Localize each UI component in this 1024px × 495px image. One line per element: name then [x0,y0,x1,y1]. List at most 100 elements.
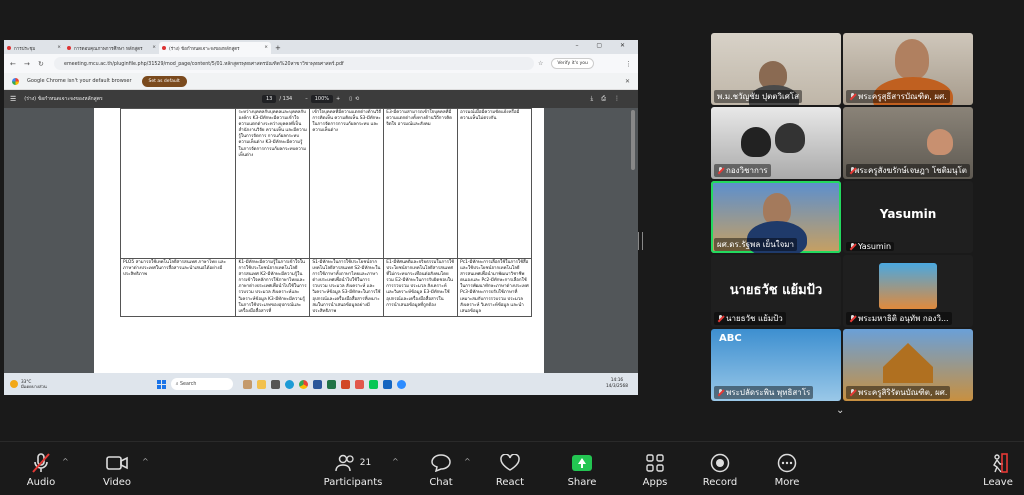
participant-tile[interactable]: กองวิชาการ [711,107,841,179]
video-options-caret[interactable]: ^ [142,457,149,466]
avatar [879,263,937,309]
windows-start-icon[interactable] [156,379,166,389]
muted-mic-icon [849,388,856,397]
more-button[interactable]: More [772,452,802,488]
taskbar-clock[interactable]: 14:16 14/3/2568 [606,378,628,390]
close-icon[interactable]: ✕ [625,78,630,85]
record-icon [702,452,738,474]
word-icon[interactable] [312,379,322,389]
page-total: / 134 [279,96,293,102]
pdf-title: (ร่าง) ข้อกำหนดเจาะจงของหลักสูตร [24,96,103,102]
video-camera-icon [100,452,134,474]
video-button[interactable]: Video [100,452,134,488]
react-button[interactable]: React [494,452,526,488]
participant-name: พระมหาธิติ อนุทัพ กองวิ... [846,312,952,325]
participant-video [775,123,805,153]
apps-button[interactable]: Apps [640,452,670,488]
browser-tab[interactable]: การตอบคุณภาพการศึกษา หลักสูตร × [64,42,159,54]
muted-mic-icon [24,452,58,474]
share-screen-icon [572,455,592,471]
participant-tile[interactable]: Yasumin Yasumin [843,181,973,253]
star-icon[interactable]: ☆ [538,60,543,67]
table-cell: ระหว่างบุคคลกับบุคคลและบุคคลกับองค์กร K3… [235,108,311,259]
close-icon[interactable]: × [57,45,61,50]
zoom-out-icon[interactable]: – [305,96,308,102]
set-default-button[interactable]: Set as default [141,75,187,87]
split-resize-handle[interactable] [638,232,643,250]
share-button[interactable]: Share [566,452,598,488]
participant-tile[interactable]: พระมหาธิติ อนุทัพ กองวิ... [843,255,973,327]
participant-tile[interactable]: พระครูสิริรัตนบัณฑิต, ผศ. [843,329,973,401]
participant-tile[interactable]: ABC พระปลัดระพิน พุทธิสาโร [711,329,841,401]
participants-button[interactable]: 21 Participants [322,452,384,488]
pdf-viewer[interactable]: ระหว่างบุคคลกับบุคคลและบุคคลกับองค์กร K3… [4,108,638,373]
leave-button[interactable]: Leave [982,452,1014,488]
muted-mic-icon [717,388,724,397]
tile-badge: ABC [719,333,742,344]
app-icon[interactable] [242,379,252,389]
verify-button[interactable]: Verify it's you [551,58,594,69]
zoom-icon[interactable] [396,379,406,389]
record-button[interactable]: Record [702,452,738,488]
zoom-in-icon[interactable]: + [336,96,340,102]
url-input[interactable]: emeeting.mcu.ac.th/pluginfile.php/31529/… [54,57,534,70]
close-icon[interactable]: × [264,45,268,50]
pdf-scrollbar[interactable] [631,110,635,170]
shared-screen: การประชุม × การตอบคุณภาพการศึกษา หลักสูตร… [4,40,638,395]
browser-tab[interactable]: การประชุม × [4,42,64,54]
participant-tile[interactable]: นายธวัช แย้มป้ว นายธวัช แย้มป้ว [711,255,841,327]
table-cell [119,108,237,259]
excel-icon[interactable] [326,379,336,389]
participant-tile[interactable]: พระครูสุธีสารบัณฑิต, ผศ. [843,33,973,105]
weather-widget[interactable]: 33°C มีแดดบางส่วน [10,379,47,389]
window-controls[interactable]: – ▢ ✕ [575,42,633,49]
chat-button[interactable]: Chat [426,452,456,488]
powerpoint-icon[interactable] [340,379,350,389]
app-icon[interactable] [270,379,280,389]
forward-icon[interactable]: → [24,60,32,68]
table-cell: S1-มีทักษะในการใช้ประโยชน์จากเทคโนโลยีสา… [309,258,385,317]
participant-video [883,343,933,383]
new-tab-button[interactable]: + [275,44,281,52]
participant-tile[interactable]: พ.ม.ชวัญชัย ปุตตวิเศโส [711,33,841,105]
participant-name: พระครูสุธีสารบัณฑิต, ผศ. [846,90,950,103]
pdf-actions[interactable]: ⤓⎙⋮ [591,95,628,103]
reload-icon[interactable]: ↻ [38,60,46,68]
muted-mic-icon [849,166,855,175]
zoom-input[interactable]: 100% [310,95,333,103]
close-icon[interactable]: × [152,45,156,50]
menu-icon[interactable]: ⋮ [625,60,632,68]
participant-gallery: พ.ม.ชวัญชัย ปุตตวิเศโส พระครูสุธีสารบัณฑ… [711,33,973,401]
edge-icon[interactable] [284,379,294,389]
sun-icon [10,380,18,388]
participants-options-caret[interactable]: ^ [392,457,399,466]
table-cell: E3-มีความสามารถเข้าใจบุคคลที่มีความแตกต่… [383,108,459,259]
pdf-toolbar: ☰ (ร่าง) ข้อกำหนดเจาะจงของหลักสูตร 13 / … [4,90,638,108]
chrome-icon[interactable] [298,379,308,389]
taskbar-search[interactable]: ⌕ Search [170,378,233,390]
meeting-toolbar: Audio ^ Video ^ 21 Participants ^ Chat ^… [0,441,1024,495]
participant-name: Yasumin [846,242,895,251]
table-row: PLO5 สามารถใช้เทคโนโลยีสารสนเทศ ภาษาไทย … [119,258,532,317]
audio-options-caret[interactable]: ^ [62,457,69,466]
page-number-input[interactable]: 13 [262,95,277,103]
chat-options-caret[interactable]: ^ [464,457,471,466]
hamburger-icon[interactable]: ☰ [10,95,16,103]
curriculum-table: ระหว่างบุคคลกับบุคคลและบุคคลกับองค์กร K3… [119,108,532,317]
rotate-icon[interactable]: ⟲ [355,96,359,102]
audio-button[interactable]: Audio [24,452,58,488]
app-icon[interactable] [382,379,392,389]
file-explorer-icon[interactable] [256,379,266,389]
back-icon[interactable]: ← [10,60,18,68]
participant-tile[interactable]: พระครูสังฆรักษ์เจษฎา โชติมนุโต [843,107,973,179]
chevron-down-icon[interactable]: ⌄ [836,405,844,416]
app-icon[interactable] [354,379,364,389]
table-cell: เข้าใจบุคคลที่มีความแตกต่างด้านวิถีการคิ… [309,108,385,259]
apps-icon [640,452,670,474]
browser-tab-active[interactable]: (ร่าง) ข้อกำหนดเจาะจงของหลักสูตร × [159,42,271,54]
fit-page-icon[interactable]: ▯ [349,96,352,102]
line-icon[interactable] [368,379,378,389]
participant-tile-active-speaker[interactable]: ผศ.ดร.รัฐพล เย็นใจมา [711,181,841,253]
chat-icon [426,452,456,474]
participant-video [927,129,953,155]
